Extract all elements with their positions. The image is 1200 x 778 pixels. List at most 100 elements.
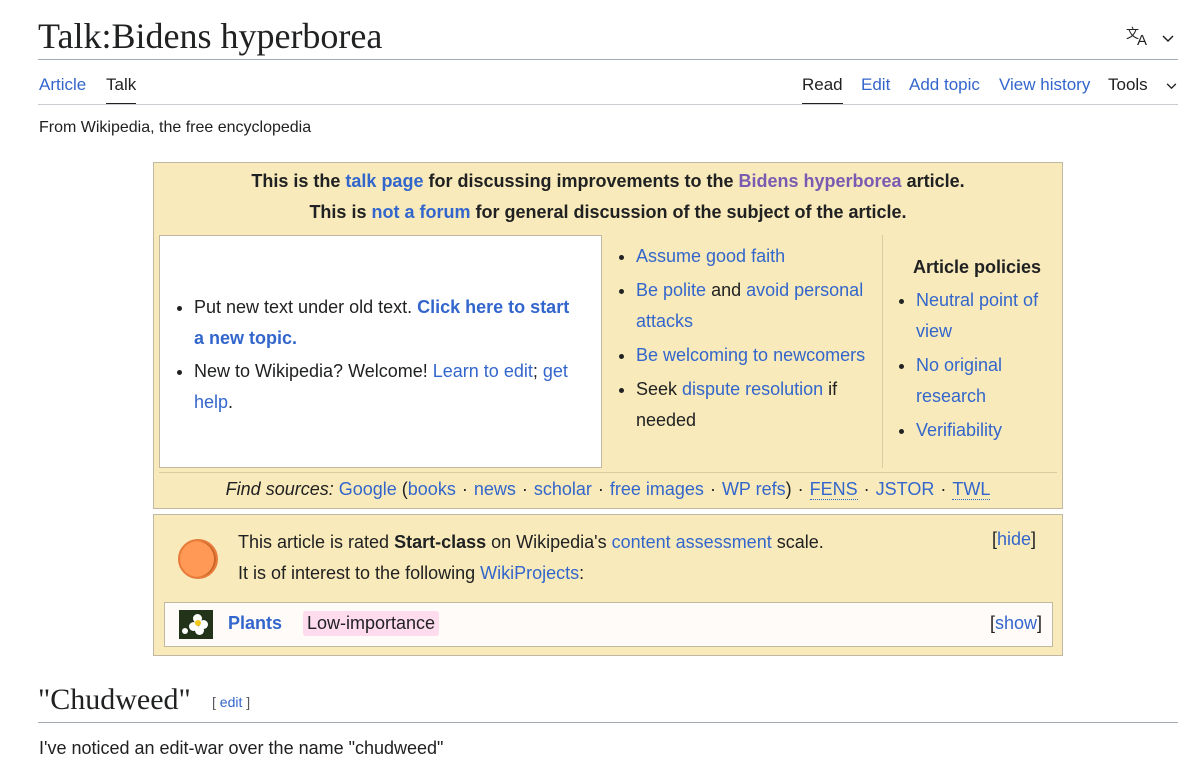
fens-link[interactable]: FENS — [809, 479, 858, 500]
list-item: Put new text under old text. Click here … — [194, 292, 580, 354]
tab-talk[interactable]: Talk — [106, 75, 137, 105]
list-item: New to Wikipedia? Welcome! Learn to edit… — [194, 356, 580, 418]
text: ; — [532, 361, 543, 381]
list-item: Neutral point of view — [916, 285, 1062, 347]
list-item: Be polite and avoid personal attacks — [636, 275, 880, 337]
rating-line: This article is rated Start-class on Wik… — [238, 530, 824, 554]
separator: · — [521, 479, 528, 499]
language-button[interactable]: 文 A — [1126, 24, 1186, 52]
start-class-rating-icon — [178, 539, 218, 579]
list-item: Verifiability — [916, 415, 1062, 446]
content-assessment-link[interactable]: content assessment — [612, 532, 772, 552]
page-title: Talk:Bidens hyperborea — [38, 16, 383, 56]
talk-tips-box: Put new text under old text. Click here … — [159, 235, 602, 468]
wp-refs-link[interactable]: WP refs — [722, 479, 786, 499]
separator: · — [940, 479, 947, 499]
neutral-point-of-view-link[interactable]: Neutral point of view — [916, 290, 1038, 341]
policies-column: Article policies Neutral point of view N… — [892, 255, 1062, 449]
translate-icon: 文 A — [1126, 25, 1152, 52]
section-edit: [ edit ] — [212, 694, 251, 710]
be-welcoming-link[interactable]: Be welcoming to newcomers — [636, 345, 865, 365]
tab-read[interactable]: Read — [802, 75, 843, 105]
separator: · — [863, 479, 870, 499]
hide-link[interactable]: hide — [997, 529, 1031, 549]
twl-link[interactable]: TWL — [952, 479, 991, 500]
find-sources-label: Find sources: — [225, 479, 334, 499]
list-item: Seek dispute resolution if needed — [636, 374, 880, 436]
tools-menu[interactable]: Tools — [1108, 75, 1177, 103]
dispute-resolution-link[interactable]: dispute resolution — [682, 379, 823, 399]
text: scale. — [771, 532, 824, 552]
text: ) — [785, 479, 792, 499]
text: article. — [901, 171, 965, 191]
guidelines-list: Assume good faith Be polite and avoid pe… — [610, 241, 880, 436]
separator: · — [797, 479, 804, 499]
section-edit-link[interactable]: edit — [220, 694, 243, 710]
wikiproject-row: Plants Low-importance [show] — [164, 602, 1053, 647]
show-toggle: [show] — [989, 613, 1042, 633]
separator: · — [597, 479, 604, 499]
text: This is — [309, 202, 372, 222]
text: for general discussion of the subject of… — [470, 202, 907, 222]
show-link[interactable]: show — [995, 613, 1037, 633]
verifiability-link[interactable]: Verifiability — [916, 420, 1002, 440]
policies-list: Neutral point of view No original resear… — [892, 285, 1062, 446]
assume-good-faith-link[interactable]: Assume good faith — [636, 246, 785, 266]
tab-view-history[interactable]: View history — [999, 75, 1090, 103]
tab-edit[interactable]: Edit — [861, 75, 890, 103]
text: Put new text under old text. — [194, 297, 418, 317]
tabs-divider — [38, 104, 1178, 105]
talk-header-line1: This is the talk page for discussing imp… — [154, 171, 1062, 192]
text: New to Wikipedia? Welcome! — [194, 361, 433, 381]
hide-toggle: [hide] — [991, 529, 1036, 549]
free-images-link[interactable]: free images — [610, 479, 704, 499]
text: for discussing improvements to the — [423, 171, 739, 191]
google-link[interactable]: Google — [339, 479, 397, 499]
tab-add-topic[interactable]: Add topic — [909, 75, 980, 103]
jstor-link[interactable]: JSTOR — [876, 479, 935, 499]
not-a-forum-link[interactable]: not a forum — [371, 202, 470, 222]
text: : — [579, 563, 585, 583]
talk-page-link[interactable]: talk page — [345, 171, 423, 191]
learn-to-edit-link[interactable]: Learn to edit — [433, 361, 533, 381]
policies-heading: Article policies — [912, 257, 1042, 277]
text: Seek — [636, 379, 683, 399]
talk-header-line2: This is not a forum for general discussi… — [154, 202, 1062, 223]
wikiprojects-link[interactable]: WikiProjects — [480, 563, 579, 583]
guidelines-column: Assume good faith Be polite and avoid pe… — [610, 241, 880, 439]
books-link[interactable]: books — [408, 479, 456, 499]
tagline: From Wikipedia, the free encyclopedia — [39, 119, 312, 136]
find-sources-bar: Find sources: Google (books · news · scholar… — [154, 479, 1062, 500]
column-divider — [882, 235, 883, 468]
section-heading: "Chudweed" — [38, 683, 191, 716]
article-link[interactable]: Bidens hyperborea — [739, 171, 902, 191]
text: on Wikipedia's — [486, 532, 612, 552]
separator: · — [461, 479, 468, 499]
sources-divider — [159, 472, 1057, 473]
tools-label: Tools — [1108, 75, 1148, 94]
scholar-link[interactable]: scholar — [534, 479, 592, 499]
separator: · — [709, 479, 716, 499]
section-divider — [38, 722, 1178, 723]
rating-value: Start-class — [394, 532, 487, 552]
list-item: No original research — [916, 350, 1062, 412]
tips-list: Put new text under old text. Click here … — [160, 292, 580, 420]
text: ( — [396, 479, 408, 499]
plants-flower-image — [179, 610, 213, 639]
text: This article is rated — [238, 532, 395, 552]
title-divider — [38, 59, 1178, 60]
plants-wikiproject-link[interactable]: Plants — [228, 613, 282, 634]
list-item: Be welcoming to newcomers — [636, 340, 880, 371]
svg-text:A: A — [1137, 32, 1147, 47]
no-original-research-link[interactable]: No original research — [916, 355, 1002, 406]
tab-article[interactable]: Article — [39, 75, 86, 103]
wikiproject-banner: This article is rated Start-class on Wik… — [153, 514, 1063, 656]
section-first-line: I've noticed an edit-war over the name "… — [39, 738, 444, 758]
text: It is of interest to the following — [238, 563, 481, 583]
text: This is the — [251, 171, 346, 191]
news-link[interactable]: news — [474, 479, 516, 499]
talk-header-box: This is the talk page for discussing imp… — [153, 162, 1063, 509]
be-polite-link[interactable]: Be polite — [636, 280, 706, 300]
chevron-down-icon — [1162, 30, 1174, 46]
text: and — [706, 280, 747, 300]
